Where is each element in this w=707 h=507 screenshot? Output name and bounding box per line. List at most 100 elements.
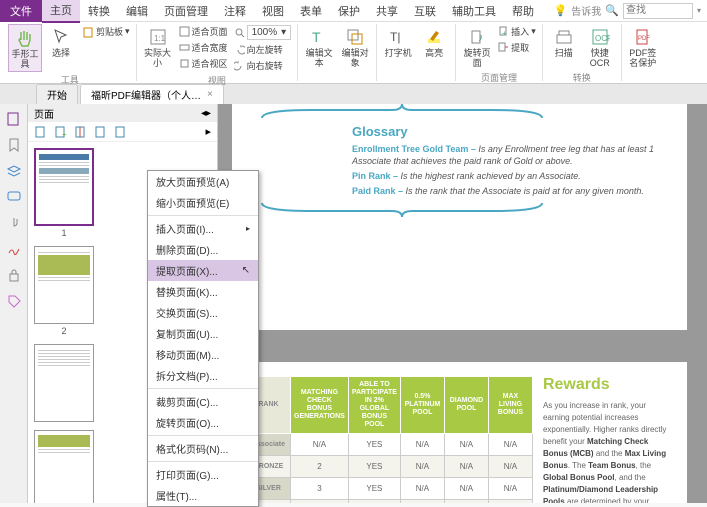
ctx-shrink-preview[interactable]: 缩小页面预览(E) — [148, 192, 258, 213]
lightbulb-icon: 💡 — [554, 4, 568, 17]
hand-tool-button[interactable]: 手形工具 — [8, 24, 42, 72]
ctx-rotate-page[interactable]: 旋转页面(O)... — [148, 412, 258, 433]
rotate-right-button[interactable]: 向右旋转 — [232, 58, 294, 73]
svg-text:T: T — [312, 29, 321, 45]
brace-top-icon — [252, 104, 552, 120]
table-header: DIAMOND POOL — [444, 377, 488, 434]
fit-width-button[interactable]: 适合宽度 — [177, 40, 230, 55]
document-page-1: Glossary Enrollment Tree Gold Team – Is … — [232, 104, 687, 330]
sign-button[interactable]: PDFPDF签名保护 — [626, 24, 660, 70]
security-icon[interactable] — [5, 266, 23, 284]
menu-connect[interactable]: 互联 — [406, 0, 444, 22]
close-icon[interactable]: × — [207, 89, 213, 100]
table-row: BRONZE2YESN/AN/AN/A — [247, 456, 533, 478]
menu-accessibility[interactable]: 辅助工具 — [444, 0, 504, 22]
edit-text-button[interactable]: T编辑文本 — [302, 24, 336, 70]
table-header: MAX LIVING BONUS — [488, 377, 532, 434]
fit-area-button[interactable]: 适合视区 — [177, 56, 230, 71]
toolbar-icon[interactable] — [74, 125, 88, 139]
toolbar-icon[interactable] — [94, 125, 108, 139]
tags-icon[interactable] — [5, 292, 23, 310]
rotate-page-button[interactable]: 旋转页面 — [460, 24, 494, 70]
fit-page-button[interactable]: 适合页面 — [177, 24, 230, 39]
zoom-select[interactable]: 100%▾ — [232, 24, 294, 41]
menu-share[interactable]: 共享 — [368, 0, 406, 22]
attachments-icon[interactable] — [5, 214, 23, 232]
ctx-crop-page[interactable]: 裁剪页面(C)... — [148, 391, 258, 412]
fit-visible-icon — [179, 58, 190, 69]
cursor-icon — [50, 26, 72, 48]
page-thumbnail-3[interactable] — [34, 344, 94, 422]
signatures-icon[interactable] — [5, 240, 23, 258]
menu-icon[interactable]: ▸ — [205, 125, 211, 138]
ctx-split-doc[interactable]: 拆分文档(P)... — [148, 365, 258, 386]
page-thumbnail-2[interactable]: 2 — [34, 246, 94, 336]
menu-edit[interactable]: 编辑 — [118, 0, 156, 22]
tab-document[interactable]: 福昕PDF编辑器（个人…× — [80, 84, 224, 104]
page-thumbnail-4[interactable] — [34, 430, 94, 503]
svg-text:PDF: PDF — [638, 36, 650, 42]
menu-view[interactable]: 视图 — [254, 0, 292, 22]
ocr-button[interactable]: OCR快捷OCR — [583, 24, 617, 70]
select-button[interactable]: 选择 — [44, 24, 78, 60]
toolbar-icon[interactable] — [114, 125, 128, 139]
typewriter-button[interactable]: T|打字机 — [381, 24, 415, 60]
extract-icon — [498, 42, 509, 53]
insert-page-button[interactable]: +插入▾ — [496, 24, 538, 39]
scanner-icon — [553, 26, 575, 48]
toolbar-icon[interactable] — [34, 125, 48, 139]
comments-icon[interactable] — [5, 188, 23, 206]
ctx-print-page[interactable]: 打印页面(G)... — [148, 464, 258, 485]
pages-panel-icon[interactable] — [5, 110, 23, 128]
search-input[interactable] — [623, 3, 693, 19]
hand-icon — [14, 27, 36, 49]
table-header: ABLE TO PARTICIPATE IN 2% GLOBAL BONUS P… — [348, 377, 400, 434]
submenu-arrow-icon: ▸ — [246, 224, 250, 233]
clipboard-icon — [82, 26, 94, 38]
real-size-button[interactable]: 1:1 实际大小 — [141, 24, 175, 70]
rotate-left-icon — [234, 44, 245, 55]
fit-width-icon — [179, 42, 190, 53]
menu-comment[interactable]: 注释 — [216, 0, 254, 22]
menu-page-manage[interactable]: 页面管理 — [156, 0, 216, 22]
ctx-format-page-number[interactable]: 格式化页码(N)... — [148, 438, 258, 459]
chevron-down-icon[interactable]: ▾ — [697, 6, 701, 15]
svg-text:+: + — [502, 29, 507, 37]
layers-icon[interactable] — [5, 162, 23, 180]
toolbar-icon[interactable]: + — [54, 125, 68, 139]
ctx-move-page[interactable]: 移动页面(M)... — [148, 344, 258, 365]
ctx-replace-page[interactable]: 替换页面(K)... — [148, 281, 258, 302]
typewriter-icon: T| — [387, 26, 409, 48]
ctx-extract-page[interactable]: 提取页面(X)...↖ — [148, 260, 258, 281]
menu-protect[interactable]: 保护 — [330, 0, 368, 22]
glossary-title: Glossary — [352, 124, 667, 139]
menu-home[interactable]: 主页 — [42, 0, 80, 23]
ctx-delete-page[interactable]: 删除页面(D)... — [148, 239, 258, 260]
menu-convert[interactable]: 转换 — [80, 0, 118, 22]
ctx-duplicate-page[interactable]: 复制页面(U)... — [148, 323, 258, 344]
rotate-left-button[interactable]: 向左旋转 — [232, 42, 294, 57]
ctx-enlarge-preview[interactable]: 放大页面预览(A) — [148, 171, 258, 192]
clipboard-button[interactable]: 剪贴板▾ — [80, 24, 132, 39]
extract-page-button[interactable]: 提取 — [496, 40, 538, 55]
collapse-icon[interactable]: ◂▸ — [201, 108, 211, 119]
thumb-number: 1 — [34, 228, 94, 238]
tab-start[interactable]: 开始 — [36, 84, 78, 104]
ctx-insert-page[interactable]: 插入页面(I)...▸ — [148, 218, 258, 239]
ctx-swap-page[interactable]: 交换页面(S)... — [148, 302, 258, 323]
table-header: 0.5% PLATINUM POOL — [400, 377, 444, 434]
panel-title: 页面◂▸ — [28, 104, 217, 122]
edit-object-button[interactable]: 编辑对象 — [338, 24, 372, 70]
search-icon[interactable]: 🔍 — [605, 4, 619, 17]
highlight-button[interactable]: 高亮 — [417, 24, 451, 60]
bookmarks-icon[interactable] — [5, 136, 23, 154]
glossary-entry: Pin Rank – Is the highest rank achieved … — [352, 170, 667, 182]
menu-help[interactable]: 帮助 — [504, 0, 542, 22]
svg-text:1:1: 1:1 — [154, 34, 166, 43]
rewards-table: RANK MATCHING CHECK BONUS GENERATIONS AB… — [246, 376, 533, 503]
page-thumbnail-1[interactable]: 1 — [34, 148, 94, 238]
file-menu[interactable]: 文件 — [0, 0, 42, 22]
menu-form[interactable]: 表单 — [292, 0, 330, 22]
table-row: SILVER3YESN/AN/AN/A — [247, 478, 533, 500]
scan-button[interactable]: 扫描 — [547, 24, 581, 60]
